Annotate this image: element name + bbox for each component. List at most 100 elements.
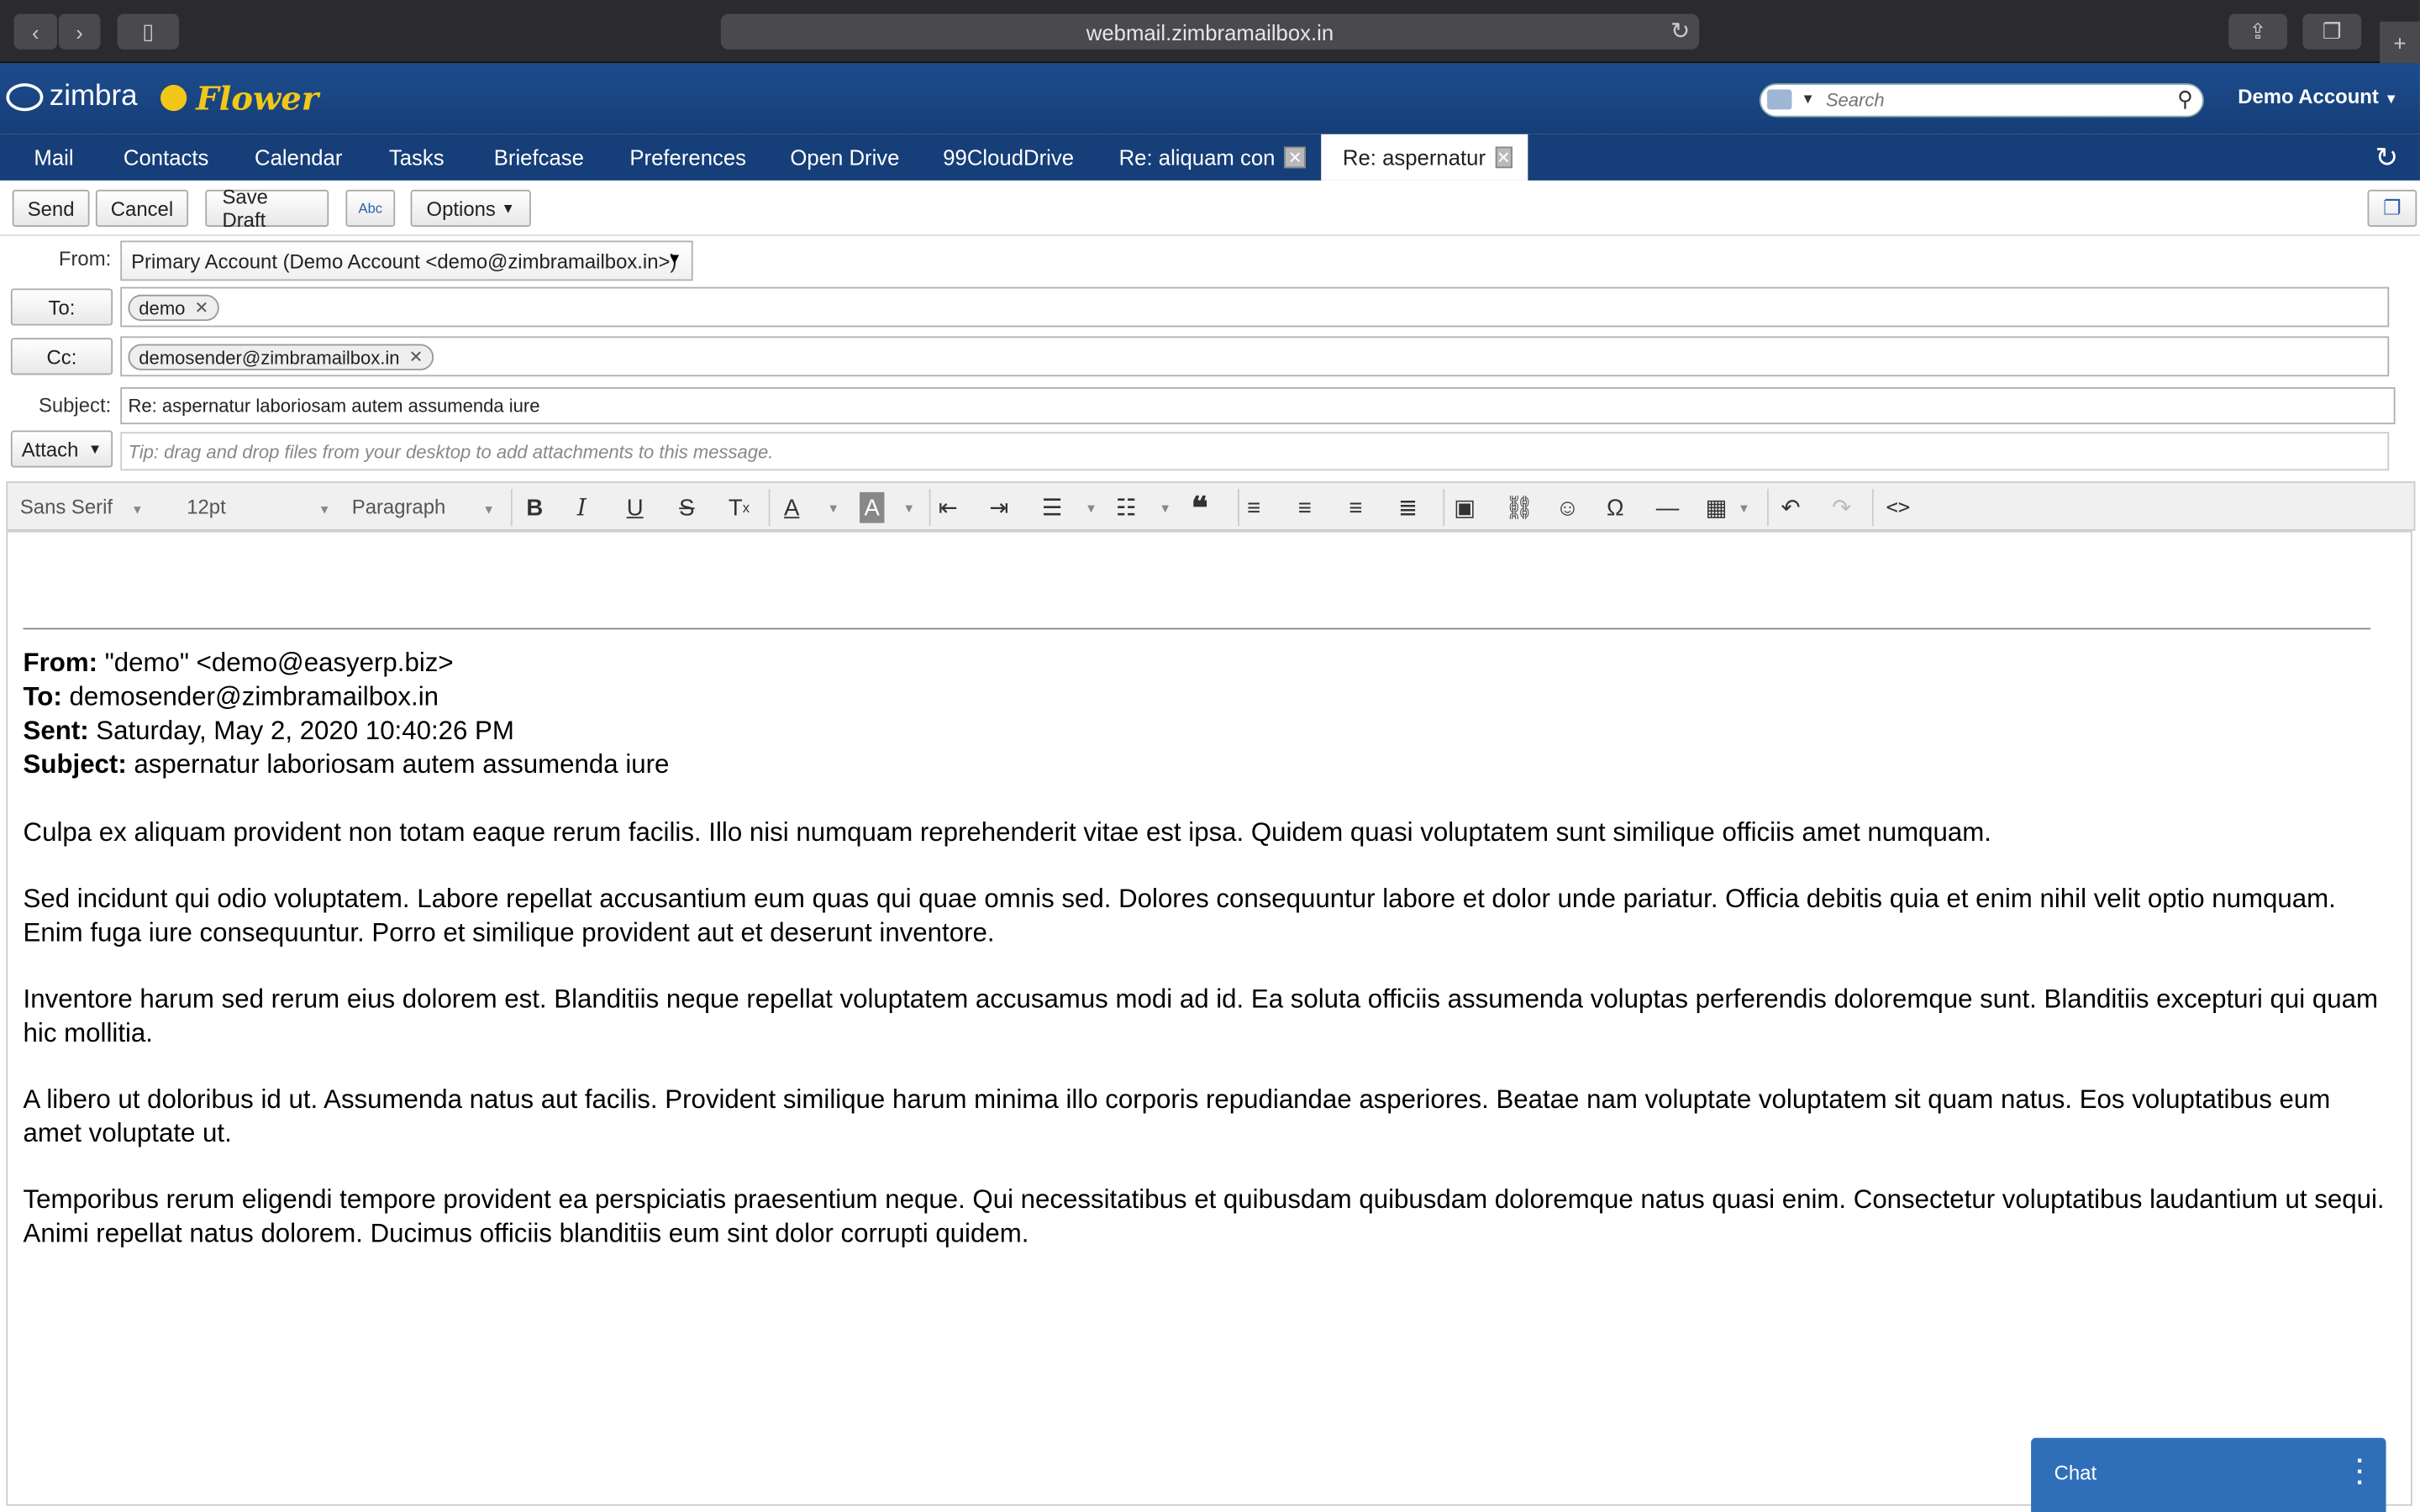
paragraph-format-select[interactable]: Paragraph ▼	[352, 496, 495, 519]
blockquote-icon[interactable]: ❝	[1192, 491, 1208, 525]
url-text: webmail.zimbramailbox.in	[1086, 18, 1334, 45]
align-right-icon[interactable]: ≡	[1349, 492, 1362, 523]
options-button[interactable]: Options ▼	[410, 189, 531, 227]
align-left-icon[interactable]: ≡	[1247, 492, 1260, 523]
insert-image-icon[interactable]: ▣	[1454, 492, 1476, 523]
tab-reply-aliquam[interactable]: Re: aliquam con ✕	[1097, 134, 1328, 181]
tab-label: Open Drive	[790, 144, 900, 171]
underline-icon[interactable]: U	[627, 492, 644, 523]
address-bar[interactable]: webmail.zimbramailbox.in ↻	[720, 13, 1700, 50]
attachment-drop-zone[interactable]: Tip: drag and drop files from your deskt…	[120, 432, 2390, 471]
remove-recipient-icon[interactable]: ✕	[409, 347, 424, 367]
search-type-dropdown-icon[interactable]: ▼	[1801, 91, 1814, 106]
cancel-button[interactable]: Cancel	[95, 189, 189, 227]
remove-recipient-icon[interactable]: ✕	[194, 297, 208, 318]
search-input[interactable]	[1825, 87, 2169, 113]
chevron-down-icon: ▼	[87, 441, 103, 457]
undo-icon[interactable]: ↶	[1781, 492, 1801, 523]
tab-tasks[interactable]: Tasks	[367, 134, 466, 181]
back-icon[interactable]: ‹	[13, 13, 57, 50]
save-draft-button[interactable]: Save Draft	[205, 185, 329, 232]
refresh-icon[interactable]: ↻	[2375, 142, 2399, 175]
horizontal-rule-icon[interactable]: —	[1656, 492, 1680, 523]
text-color-icon[interactable]: A	[784, 492, 799, 523]
sidebar-icon[interactable]: ▯	[117, 13, 180, 50]
tab-99clouddrive[interactable]: 99CloudDrive	[922, 134, 1096, 181]
tab-contacts[interactable]: Contacts	[102, 134, 230, 181]
to-field[interactable]: demo ✕	[120, 286, 2390, 328]
subject-label: Subject:	[38, 393, 112, 417]
tab-preferences[interactable]: Preferences	[608, 134, 768, 181]
chevron-down-icon[interactable]: ▼	[1085, 492, 1097, 523]
tabs-overview-icon[interactable]: ❐	[2302, 13, 2362, 50]
send-button[interactable]: Send	[12, 189, 90, 227]
chevron-down-icon: ▼	[318, 502, 331, 517]
chevron-down-icon: ▼	[482, 502, 495, 517]
detach-window-icon[interactable]: ❐	[2367, 189, 2417, 227]
editor-toolbar: Sans Serif ▼ 12pt ▼ Paragraph ▼ B I U S Tx …	[6, 481, 2416, 531]
chevron-down-icon[interactable]: ▼	[1738, 492, 1750, 523]
zimbra-logo-text: zimbra	[49, 80, 138, 113]
from-select[interactable]: Primary Account (Demo Account <demo@zimb…	[120, 240, 693, 281]
quoted-subject: Subject: aspernatur laboriosam autem ass…	[24, 748, 2385, 782]
clear-formatting-icon[interactable]: Tx	[729, 492, 750, 523]
insert-table-icon[interactable]: ▦	[1706, 492, 1728, 523]
from-value: Primary Account (Demo Account <demo@zimb…	[131, 249, 677, 274]
spell-check-icon[interactable]: Abc	[345, 189, 396, 227]
tab-label: Contacts	[123, 144, 209, 171]
numbered-list-icon[interactable]: ☷	[1116, 492, 1137, 523]
indent-icon[interactable]: ⇥	[989, 492, 1008, 523]
tab-reply-aspernatur[interactable]: Re: aspernatur ✕	[1321, 134, 1528, 181]
recipient-bubble[interactable]: demosender@zimbramailbox.in ✕	[128, 344, 434, 370]
quoted-paragraph: Sed incidunt qui odio voluptatem. Labore…	[23, 884, 2336, 948]
share-icon[interactable]: ⇪	[2228, 13, 2287, 50]
font-size-select[interactable]: 12pt ▼	[187, 496, 330, 519]
recipient-bubble[interactable]: demo ✕	[128, 294, 220, 322]
tab-calendar[interactable]: Calendar	[233, 134, 364, 181]
new-tab-icon[interactable]: +	[2380, 21, 2420, 64]
close-tab-icon[interactable]: ✕	[1495, 146, 1512, 169]
tab-mail[interactable]: Mail	[13, 134, 96, 181]
to-button[interactable]: To:	[10, 288, 113, 326]
chevron-down-icon: ▼	[131, 502, 144, 517]
bold-icon[interactable]: B	[526, 492, 543, 523]
attach-button[interactable]: Attach ▼	[10, 430, 113, 468]
subject-input[interactable]: Re: aspernatur laboriosam autem assumend…	[120, 387, 2396, 425]
italic-icon[interactable]: I	[577, 492, 587, 523]
zimbra-logo-icon	[6, 83, 44, 112]
tab-briefcase[interactable]: Briefcase	[472, 134, 606, 181]
special-character-icon[interactable]: Ω	[1607, 492, 1624, 523]
insert-link-icon[interactable]: ⛓	[1505, 492, 1534, 523]
align-justify-icon[interactable]: ≣	[1398, 492, 1418, 523]
background-color-icon[interactable]: A	[860, 491, 885, 523]
toolbar-divider	[1767, 489, 1769, 527]
source-code-icon[interactable]: <>	[1886, 492, 1910, 523]
align-center-icon[interactable]: ≡	[1298, 492, 1312, 523]
emoticon-icon[interactable]: ☺	[1555, 492, 1579, 523]
chevron-down-icon[interactable]: ▼	[827, 492, 839, 523]
bullet-list-icon[interactable]: ☰	[1042, 492, 1063, 523]
more-options-icon[interactable]: · · ·	[2356, 1450, 2365, 1496]
account-menu[interactable]: Demo Account ▼	[2238, 85, 2398, 108]
chevron-down-icon: ▼	[501, 200, 515, 217]
attach-tip: Tip: drag and drop files from your deskt…	[128, 441, 774, 464]
chat-panel[interactable]: Chat · · ·	[2031, 1437, 2386, 1512]
chevron-down-icon[interactable]: ▼	[1159, 492, 1171, 523]
tab-label: Mail	[34, 144, 74, 171]
chevron-down-icon[interactable]: ▼	[902, 492, 915, 523]
strikethrough-icon[interactable]: S	[679, 492, 694, 523]
font-family-select[interactable]: Sans Serif ▼	[20, 496, 144, 519]
account-name: Demo Account	[2238, 85, 2379, 108]
redo-icon[interactable]: ↷	[1832, 492, 1851, 523]
cc-field[interactable]: demosender@zimbramailbox.in ✕	[120, 336, 2390, 377]
search-icon[interactable]: ⚲	[2177, 87, 2193, 113]
message-body-editor[interactable]: From: "demo" <demo@easyerp.biz> To: demo…	[6, 530, 2412, 1506]
mail-search-type-icon[interactable]	[1767, 89, 1792, 110]
outdent-icon[interactable]: ⇤	[939, 492, 958, 523]
forward-icon[interactable]: ›	[58, 13, 101, 50]
tab-open-drive[interactable]: Open Drive	[769, 134, 921, 181]
reload-icon[interactable]: ↻	[1670, 17, 1690, 45]
cc-button[interactable]: Cc:	[10, 338, 113, 375]
quoted-subject-key: Subject:	[23, 749, 127, 780]
close-tab-icon[interactable]: ✕	[1284, 146, 1307, 169]
